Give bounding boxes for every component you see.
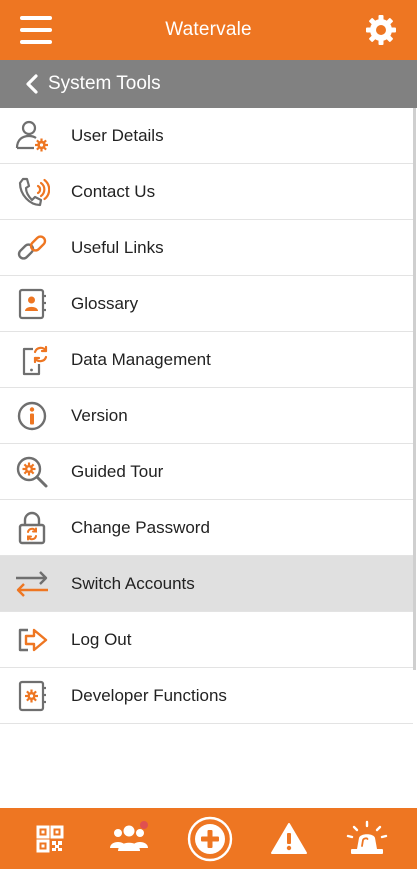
lock-refresh-icon [18,511,46,545]
add-circle-icon[interactable] [186,815,234,863]
notification-badge [140,821,148,829]
menu-item-label: Developer Functions [71,685,227,705]
menu-item-useful-links[interactable]: Useful Links [0,220,413,276]
link-icon [17,235,47,260]
system-tools-list: User Details Contact Us Useful Links Glo… [0,108,413,724]
gear-icon[interactable] [363,12,399,48]
chevron-left-icon[interactable] [24,74,40,94]
address-book-icon [18,288,46,320]
back-navigation-bar[interactable]: System Tools [0,60,417,108]
magnifier-gear-icon [16,456,48,488]
menu-item-switch-accounts[interactable]: Switch Accounts [0,556,413,612]
section-title: System Tools [48,73,161,94]
menu-item-log-out[interactable]: Log Out [0,612,413,668]
menu-item-glossary[interactable]: Glossary [0,276,413,332]
app-title: Watervale [165,19,252,40]
hamburger-menu-icon[interactable] [20,16,54,44]
menu-item-guided-tour[interactable]: Guided Tour [0,444,413,500]
users-group-icon[interactable] [106,816,152,862]
menu-item-label: Guided Tour [71,461,164,481]
menu-item-label: Contact Us [71,181,156,201]
siren-icon[interactable] [344,816,390,862]
menu-item-version[interactable]: Version [0,388,413,444]
scrollbar[interactable] [413,108,416,670]
warning-icon[interactable] [266,816,312,862]
notebook-gear-icon [18,680,46,712]
menu-item-label: Data Management [71,349,211,369]
bottom-navigation-bar [0,808,417,869]
app-screen: Watervale System Tools User Details Cont… [0,0,417,869]
qr-code-icon[interactable] [27,816,73,862]
swap-arrows-icon [16,571,48,597]
menu-item-label: Version [71,405,128,425]
menu-item-label: User Details [71,125,164,145]
info-icon [17,401,47,431]
menu-item-change-password[interactable]: Change Password [0,500,413,556]
menu-item-data-management[interactable]: Data Management [0,332,413,388]
menu-item-label: Switch Accounts [71,573,195,593]
user-gear-icon [15,120,48,152]
logout-arrow-icon [18,628,48,652]
mobile-sync-icon [22,345,48,376]
menu-item-label: Change Password [71,517,210,537]
menu-item-developer-functions[interactable]: Developer Functions [0,668,413,724]
top-app-bar: Watervale [0,0,417,60]
phone-icon [18,177,50,207]
menu-item-label: Glossary [71,293,139,313]
menu-item-contact-us[interactable]: Contact Us [0,164,413,220]
menu-item-user-details[interactable]: User Details [0,108,413,164]
menu-item-label: Log Out [71,629,132,649]
menu-item-label: Useful Links [71,237,164,257]
